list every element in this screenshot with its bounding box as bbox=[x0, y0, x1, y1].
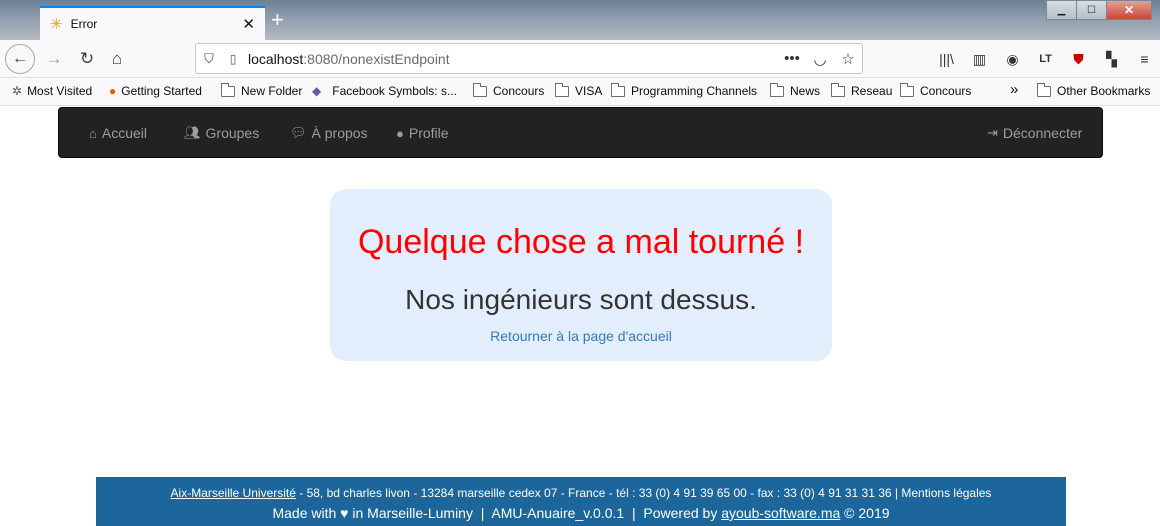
spring-favicon-icon: ✳ bbox=[50, 16, 63, 33]
folder-icon bbox=[770, 82, 784, 97]
folder-icon bbox=[900, 82, 914, 97]
forward-icon[interactable]: → bbox=[40, 45, 68, 73]
toolbar-right: |||\ ▥ ◉ LT ⛊ ▚ ≡ bbox=[930, 45, 1160, 73]
user-circle-icon: ● bbox=[396, 125, 404, 141]
firefox-icon: ● bbox=[109, 84, 117, 98]
bookmark-news[interactable]: News bbox=[770, 82, 820, 98]
close-tab-icon[interactable]: ✕ bbox=[242, 15, 255, 33]
page-icon: ◆ bbox=[312, 84, 322, 98]
back-icon[interactable]: ← bbox=[5, 44, 35, 74]
pocket-icon[interactable]: ◡ bbox=[806, 50, 834, 68]
folder-icon bbox=[473, 82, 487, 97]
close-window-icon[interactable]: ✕ bbox=[1106, 0, 1152, 20]
nav-profile[interactable]: ● Profile bbox=[396, 125, 449, 141]
nav-logout[interactable]: ⇥ Déconnecter bbox=[987, 125, 1082, 141]
bookmark-other-bookmarks[interactable]: Other Bookmarks bbox=[1037, 82, 1150, 98]
maximize-icon[interactable]: ☐ bbox=[1076, 0, 1107, 20]
logout-icon: ⇥ bbox=[987, 125, 998, 140]
error-title: Quelque chose a mal tourné ! bbox=[357, 223, 805, 261]
bookmark-most-visited[interactable]: ✲ Most Visited bbox=[12, 84, 92, 98]
home-icon[interactable]: ⌂ bbox=[103, 45, 131, 73]
folder-icon bbox=[221, 82, 235, 97]
tab-title: Error bbox=[70, 17, 98, 31]
footer: Aix-Marseille Université - 58, bd charle… bbox=[96, 477, 1066, 526]
bookmark-star-icon[interactable]: ☆ bbox=[834, 50, 862, 68]
page-actions-icon[interactable]: ••• bbox=[778, 50, 806, 67]
bookmark-new-folder[interactable]: New Folder bbox=[221, 82, 302, 98]
bookmark-visa[interactable]: VISA bbox=[555, 82, 602, 98]
footer-credits-line: Made with ♥ in Marseille-Luminy | AMU-An… bbox=[272, 505, 890, 521]
bookmark-programming-channels[interactable]: Programming Channels bbox=[611, 82, 757, 98]
bookmark-reseau[interactable]: Reseau bbox=[831, 82, 892, 98]
home-icon: ⌂ bbox=[89, 125, 97, 141]
extensions-icon[interactable]: ▚ bbox=[1095, 45, 1128, 73]
window-controls: ▁ ☐ ✕ bbox=[1046, 0, 1152, 20]
new-tab-icon[interactable]: + bbox=[271, 9, 284, 31]
more-bookmarks-chevron-icon[interactable]: » bbox=[1010, 81, 1018, 98]
folder-icon bbox=[831, 82, 845, 97]
bookmark-facebook-symbols[interactable]: ◆ Facebook Symbols: s... bbox=[312, 84, 457, 98]
page-info-icon[interactable]: ▯ bbox=[222, 52, 244, 66]
browser-toolbar: ← → ↻ ⌂ ⛉ ▯ localhost:8080/nonexistEndpo… bbox=[0, 40, 1160, 78]
menu-icon[interactable]: ≡ bbox=[1128, 45, 1160, 73]
nav-accueil[interactable]: ⌂ Accueil bbox=[89, 125, 147, 141]
languagetool-icon[interactable]: LT bbox=[1029, 45, 1062, 73]
error-panel: Quelque chose a mal tourné ! Nos ingénie… bbox=[330, 189, 832, 361]
error-subtitle: Nos ingénieurs sont dessus. bbox=[405, 284, 757, 315]
app-navbar: ⌂ Accueil 👥︎ Groupes 💬︎ À propos ● Profile ⇥… bbox=[58, 107, 1103, 158]
tab-strip: ✳ Error ✕ + ▁ ☐ ✕ bbox=[0, 0, 1160, 40]
gear-icon: ✲ bbox=[12, 84, 23, 98]
browser-tab[interactable]: ✳ Error ✕ bbox=[40, 6, 265, 40]
url-host: localhost bbox=[248, 50, 304, 67]
footer-address: - 58, bd charles livon - 13284 marseille… bbox=[295, 486, 992, 500]
bookmark-concours-2[interactable]: Concours bbox=[900, 82, 971, 98]
folder-icon bbox=[1037, 82, 1051, 97]
back-home-link[interactable]: Retourner à la page d'accueil bbox=[330, 328, 832, 344]
bookmark-getting-started[interactable]: ● Getting Started bbox=[109, 84, 202, 98]
tracking-shield-icon[interactable]: ⛉ bbox=[196, 51, 222, 67]
folder-icon bbox=[555, 82, 569, 97]
url-path: :8080/nonexistEndpoint bbox=[303, 50, 450, 67]
bookmark-concours[interactable]: Concours bbox=[473, 82, 544, 98]
folder-icon bbox=[611, 82, 625, 97]
users-icon: 👥︎ bbox=[184, 125, 201, 140]
ublock-icon[interactable]: ⛊ bbox=[1062, 45, 1095, 73]
nav-groupes[interactable]: 👥︎ Groupes bbox=[184, 125, 259, 141]
bookmarks-toolbar: ✲ Most Visited ● Getting Started New Folde… bbox=[0, 78, 1160, 106]
account-icon[interactable]: ◉ bbox=[996, 45, 1029, 73]
url-bar[interactable]: ⛉ ▯ localhost:8080/nonexistEndpoint ••• … bbox=[195, 43, 863, 74]
comment-icon: 💬︎ bbox=[290, 125, 307, 140]
footer-address-line: Aix-Marseille Université - 58, bd charle… bbox=[96, 486, 1066, 500]
sidebar-icon[interactable]: ▥ bbox=[963, 45, 996, 73]
powered-by-link[interactable]: ayoub-software.ma bbox=[721, 505, 840, 521]
minimize-icon[interactable]: ▁ bbox=[1046, 0, 1077, 20]
university-link[interactable]: Aix-Marseille Université bbox=[171, 486, 296, 500]
nav-a-propos[interactable]: 💬︎ À propos bbox=[290, 125, 368, 141]
library-icon[interactable]: |||\ bbox=[930, 45, 963, 73]
reload-icon[interactable]: ↻ bbox=[73, 45, 101, 73]
